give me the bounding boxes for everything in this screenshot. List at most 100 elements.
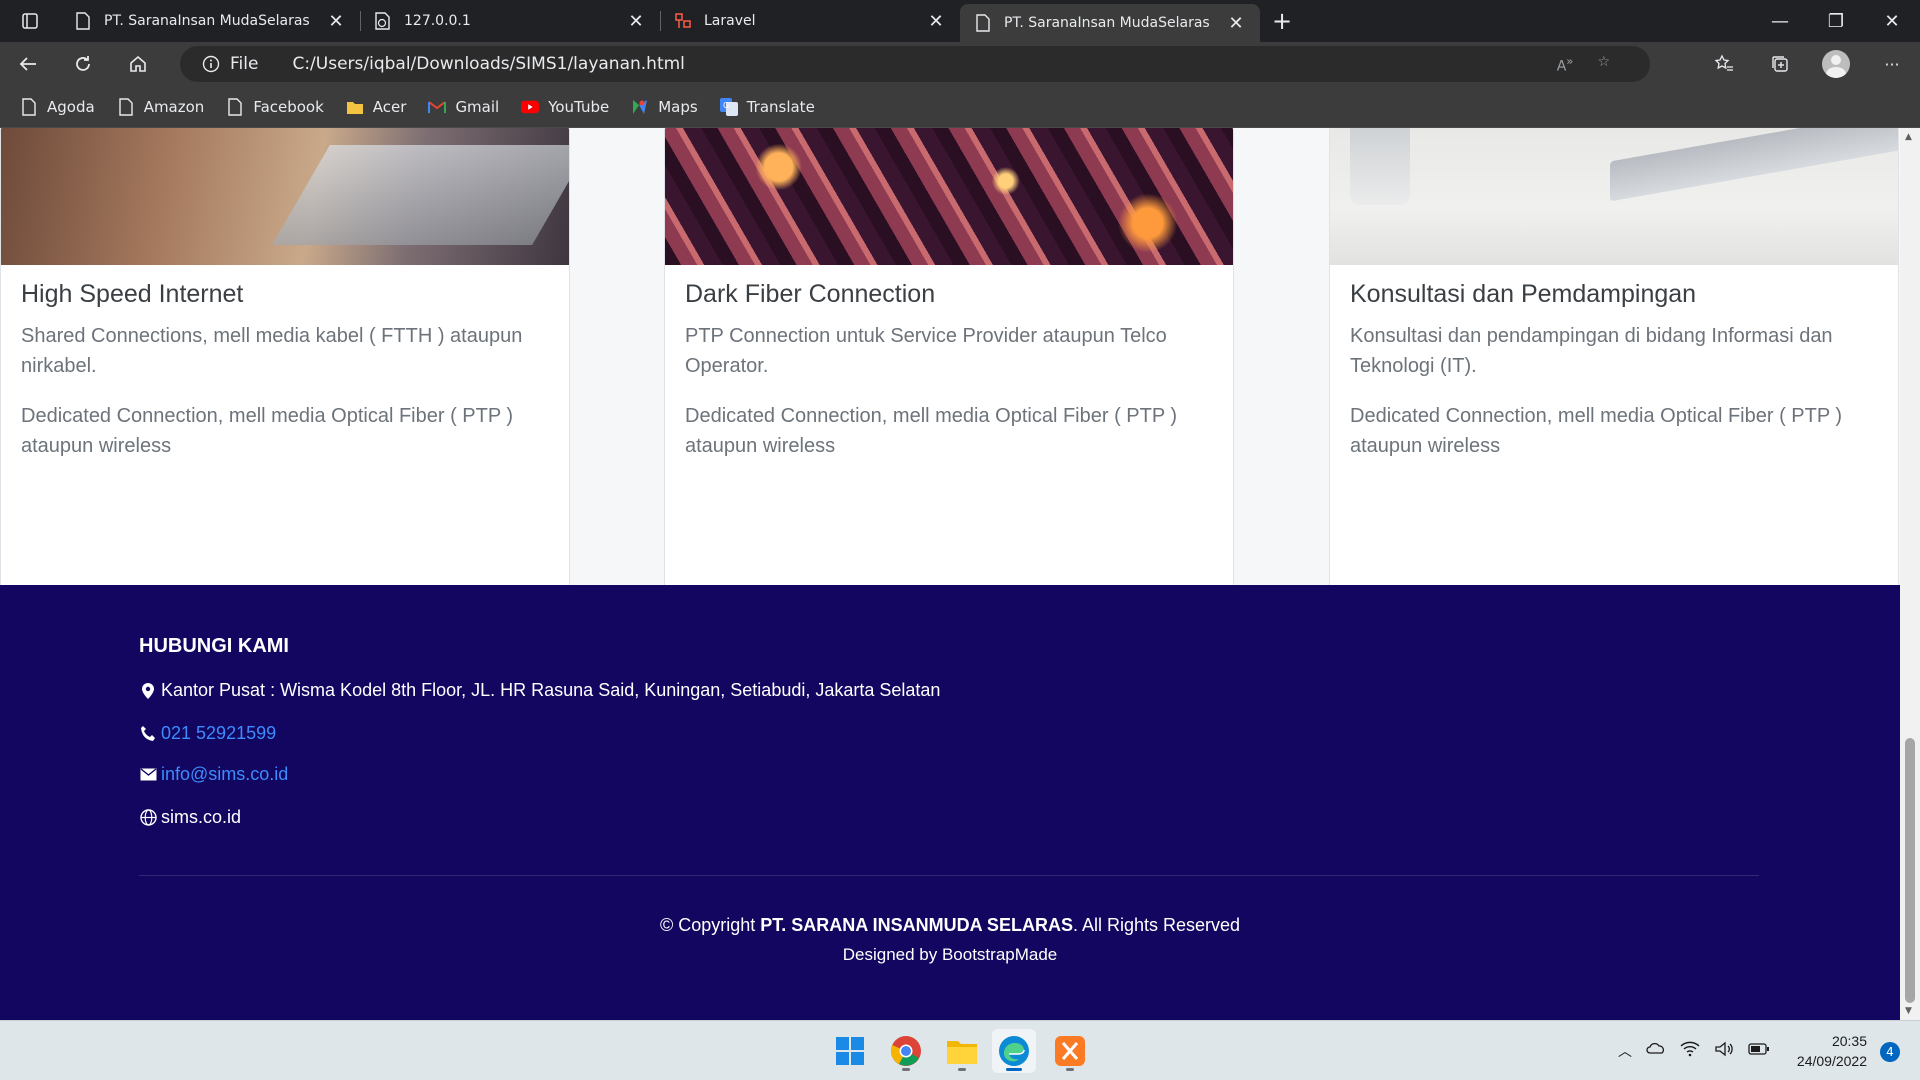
windows-start-icon[interactable] xyxy=(828,1029,872,1073)
tab-1[interactable]: PT. SaranaInsan MudaSelaras ✕ xyxy=(60,0,360,42)
copyright: © Copyright PT. SARANA INSANMUDA SELARAS… xyxy=(0,915,1900,936)
close-icon[interactable]: ✕ xyxy=(626,11,646,32)
service-title: Konsultasi dan Pemdampingan xyxy=(1350,280,1697,308)
service-description: Dedicated Connection, mell media Optical… xyxy=(1350,405,1843,457)
email-link[interactable]: info@sims.co.id xyxy=(161,764,288,785)
tab-title: PT. SaranaInsan MudaSelaras xyxy=(1004,15,1210,31)
bookmark-label: Agoda xyxy=(47,97,95,116)
chrome-icon[interactable] xyxy=(884,1029,928,1073)
service-description: Dedicated Connection, mell media Optical… xyxy=(21,405,514,457)
running-indicator xyxy=(1066,1068,1074,1071)
favorites-icon[interactable] xyxy=(1696,54,1752,74)
more-icon[interactable]: ··· xyxy=(1864,55,1920,74)
avatar xyxy=(1822,50,1850,78)
phone-icon xyxy=(139,725,157,743)
window-close-icon[interactable]: ✕ xyxy=(1864,0,1920,42)
copyright-suffix: . All Rights Reserved xyxy=(1072,915,1241,935)
folder-icon xyxy=(346,98,364,116)
tab-3[interactable]: Laravel ✕ xyxy=(660,0,960,42)
notification-badge[interactable]: 4 xyxy=(1880,1042,1900,1062)
clock[interactable]: 20:35 24/09/2022 xyxy=(1797,1031,1867,1071)
bookmark-agoda[interactable]: Agoda xyxy=(20,98,95,116)
close-icon[interactable]: ✕ xyxy=(1226,13,1246,34)
service-card-consulting: Konsultasi dan Pemdampingan Konsultasi d… xyxy=(1329,128,1899,616)
edge-icon[interactable] xyxy=(992,1029,1036,1073)
translate-icon: G xyxy=(719,97,738,116)
website-text: sims.co.id xyxy=(161,807,242,827)
close-icon[interactable]: ✕ xyxy=(926,11,946,32)
close-icon[interactable]: ✕ xyxy=(326,11,346,32)
onedrive-icon[interactable] xyxy=(1646,1041,1666,1061)
copyright-prefix: © Copyright xyxy=(659,915,761,935)
service-card-dark-fiber: Dark Fiber Connection PTP Connection unt… xyxy=(664,128,1234,616)
bookmark-maps[interactable]: Maps xyxy=(631,98,698,116)
page-icon xyxy=(974,14,992,32)
bookmark-label: YouTube xyxy=(548,97,610,116)
vertical-scrollbar[interactable]: ▲ ▼ xyxy=(1900,128,1920,1020)
file-explorer-icon[interactable] xyxy=(940,1029,984,1073)
refresh-button[interactable] xyxy=(55,42,110,86)
scroll-up-icon[interactable]: ▲ xyxy=(1905,132,1912,142)
bookmark-amazon[interactable]: Amazon xyxy=(117,97,204,116)
bookmark-label: Facebook xyxy=(253,97,324,116)
bookmark-gmail[interactable]: Gmail xyxy=(428,98,499,116)
service-card-internet: High Speed Internet Shared Connections, … xyxy=(0,128,570,616)
bookmark-youtube[interactable]: YouTube xyxy=(521,98,609,116)
bookmark-facebook[interactable]: Facebook xyxy=(226,97,324,116)
address-actions: A» ☆ xyxy=(1557,54,1610,75)
address-bar[interactable]: File C:/Users/iqbal/Downloads/SIMS1/laya… xyxy=(180,46,1650,82)
wifi-icon[interactable] xyxy=(1680,1041,1700,1061)
tab-title: PT. SaranaInsan MudaSelaras xyxy=(104,13,310,29)
back-button[interactable] xyxy=(0,42,55,86)
bookmark-translate[interactable]: G Translate xyxy=(719,97,815,116)
new-tab-button[interactable]: + xyxy=(1260,0,1304,42)
volume-icon[interactable] xyxy=(1714,1041,1734,1061)
navigation-toolbar: File C:/Users/iqbal/Downloads/SIMS1/laya… xyxy=(0,42,1920,86)
battery-icon[interactable] xyxy=(1748,1043,1770,1059)
tab-2[interactable]: 127.0.0.1 ✕ xyxy=(360,0,660,42)
xampp-icon[interactable] xyxy=(1048,1029,1092,1073)
email-row: info@sims.co.id xyxy=(139,764,288,785)
phone-link[interactable]: 021 52921599 xyxy=(161,723,276,744)
clock-time: 20:35 xyxy=(1831,1033,1867,1049)
page-viewport: High Speed Internet Shared Connections, … xyxy=(0,128,1900,1020)
read-aloud-icon[interactable]: A» xyxy=(1557,54,1574,75)
tab-4-active[interactable]: PT. SaranaInsan MudaSelaras ✕ xyxy=(960,4,1260,42)
refresh-icon xyxy=(75,56,90,71)
tab-actions-button[interactable] xyxy=(0,0,60,42)
home-icon xyxy=(129,55,146,72)
profile-button[interactable] xyxy=(1808,50,1864,78)
collections-icon[interactable] xyxy=(1752,54,1808,74)
page-icon xyxy=(74,12,92,30)
restore-icon[interactable]: ❐ xyxy=(1808,0,1864,42)
globe-doc-icon xyxy=(374,12,392,30)
minimize-icon[interactable]: — xyxy=(1752,0,1808,42)
back-arrow-icon xyxy=(19,57,36,71)
bookmark-label: Translate xyxy=(746,97,815,116)
service-image xyxy=(1330,128,1898,265)
page-icon xyxy=(20,97,38,116)
tab-title: 127.0.0.1 xyxy=(404,13,471,29)
bookmarks-bar: Agoda Amazon Facebook Acer Gmail YouTube… xyxy=(0,86,1920,128)
service-title: Dark Fiber Connection xyxy=(685,280,936,308)
globe-icon xyxy=(139,809,157,827)
add-favorite-icon[interactable]: ☆ xyxy=(1597,54,1610,75)
chevron-up-icon[interactable]: ︿ xyxy=(1618,1041,1632,1061)
page-icon xyxy=(117,97,135,116)
phone-row: 021 52921599 xyxy=(139,723,276,744)
info-icon[interactable] xyxy=(202,55,220,73)
scroll-down-icon[interactable]: ▼ xyxy=(1905,1006,1912,1016)
running-indicator xyxy=(902,1068,910,1071)
designed-by: Designed by BootstrapMade xyxy=(842,945,1058,964)
service-description: PTP Connection untuk Service Provider at… xyxy=(685,325,1167,377)
contact-heading: HUBUNGI KAMI xyxy=(139,635,289,657)
bookmark-acer[interactable]: Acer xyxy=(346,97,407,116)
url-text[interactable]: C:/Users/iqbal/Downloads/SIMS1/layanan.h… xyxy=(292,54,684,74)
system-tray: ︿ xyxy=(1618,1021,1770,1080)
bookmark-label: Acer xyxy=(372,97,407,116)
site-footer: HUBUNGI KAMI Kantor Pusat : Wisma Kodel … xyxy=(0,585,1900,1020)
home-button[interactable] xyxy=(110,42,165,86)
service-description: Dedicated Connection, mell media Optical… xyxy=(685,405,1178,457)
service-description: Konsultasi dan pendampingan di bidang In… xyxy=(1350,325,1833,377)
scrollbar-thumb[interactable] xyxy=(1905,738,1915,1003)
